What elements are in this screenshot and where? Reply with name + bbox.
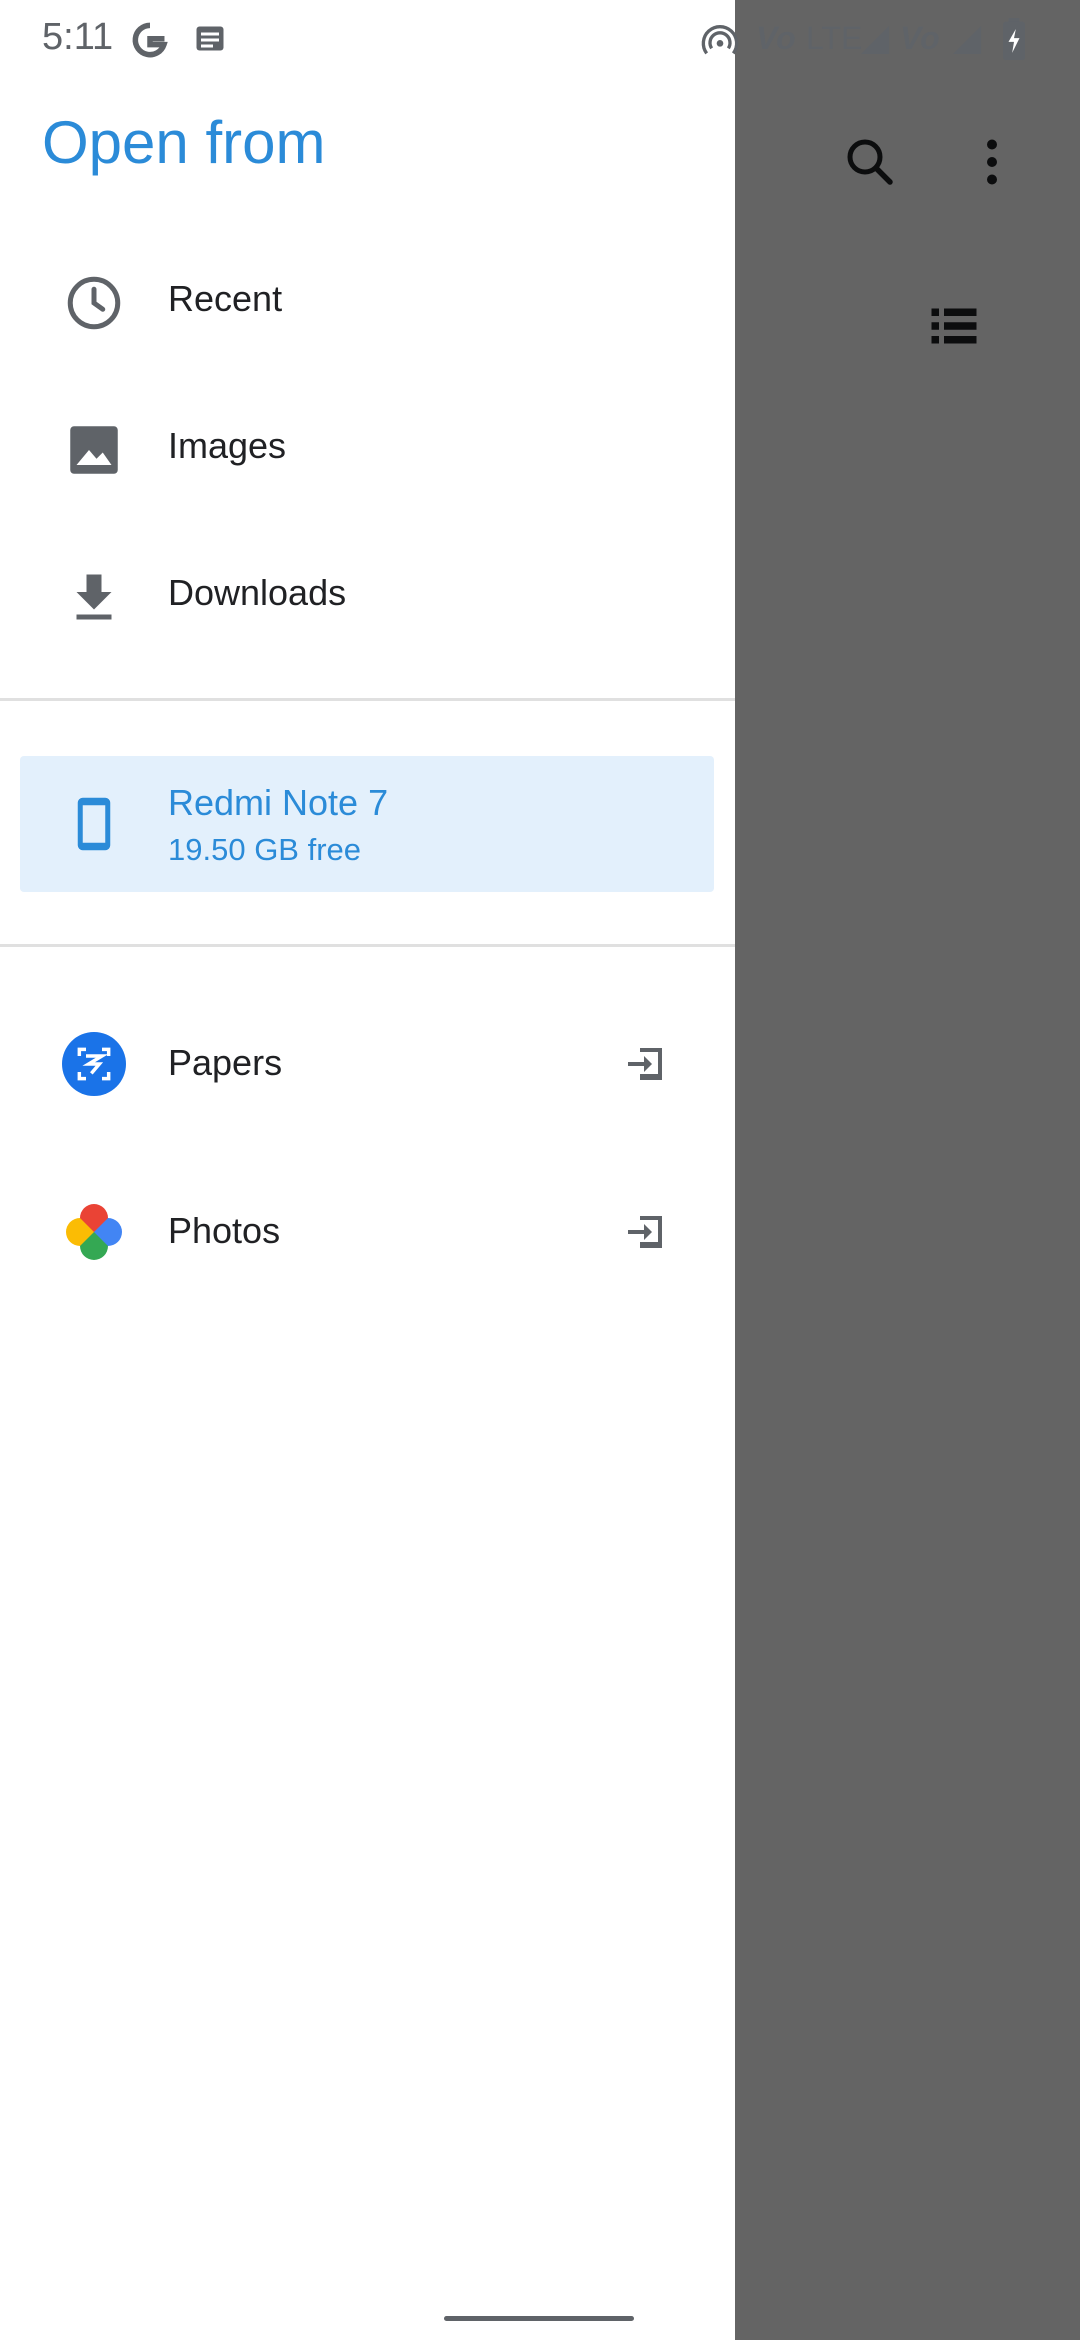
open-in-new-icon xyxy=(628,1216,662,1248)
nav-item-downloads[interactable]: Downloads xyxy=(0,522,735,668)
google-icon xyxy=(132,22,168,58)
image-icon xyxy=(70,426,118,474)
clock-icon xyxy=(67,276,121,330)
nav-item-label: Recent xyxy=(168,278,283,319)
volte-label-2: Vo xyxy=(900,20,940,56)
status-time: 5:11 xyxy=(42,16,114,58)
papers-app-icon xyxy=(62,1032,126,1096)
nav-item-recent[interactable]: Recent xyxy=(0,228,735,374)
device-name: Redmi Note 7 xyxy=(168,782,389,823)
app-item-papers[interactable]: Papers xyxy=(0,990,735,1138)
photos-app-icon xyxy=(66,1204,122,1260)
signal-icon xyxy=(860,25,890,55)
app-item-photos[interactable]: Photos xyxy=(0,1158,735,1306)
status-bar: 5:11 Vo LTE Vo xyxy=(0,0,1080,80)
open-in-new-icon xyxy=(628,1048,662,1080)
device-free-space: 19.50 GB free xyxy=(168,832,362,867)
nav-item-label: Images xyxy=(168,425,287,466)
home-indicator[interactable] xyxy=(444,2316,634,2321)
message-icon xyxy=(196,26,224,51)
divider xyxy=(0,944,735,947)
signal-icon xyxy=(952,25,982,55)
phone-icon xyxy=(77,797,111,851)
download-icon xyxy=(76,574,112,620)
app-item-label: Papers xyxy=(168,1042,283,1083)
device-item-redmi-note-7[interactable]: Redmi Note 7 19.50 GB free xyxy=(20,756,714,892)
hotspot-icon xyxy=(701,25,739,55)
screen: 5:11 Vo LTE Vo Open from Recent Images D… xyxy=(0,0,1080,2340)
drawer-title: Open from xyxy=(42,109,326,176)
navigation-drawer: Open from Recent Images Downloads Redmi … xyxy=(0,0,735,2340)
nav-item-images[interactable]: Images xyxy=(0,375,735,521)
battery-charging-icon xyxy=(1003,18,1025,61)
volte-label-1: Vo xyxy=(756,20,796,56)
app-item-label: Photos xyxy=(168,1210,281,1251)
network-type-label: LTE xyxy=(806,20,863,56)
divider xyxy=(0,698,735,701)
nav-item-label: Downloads xyxy=(168,572,347,613)
